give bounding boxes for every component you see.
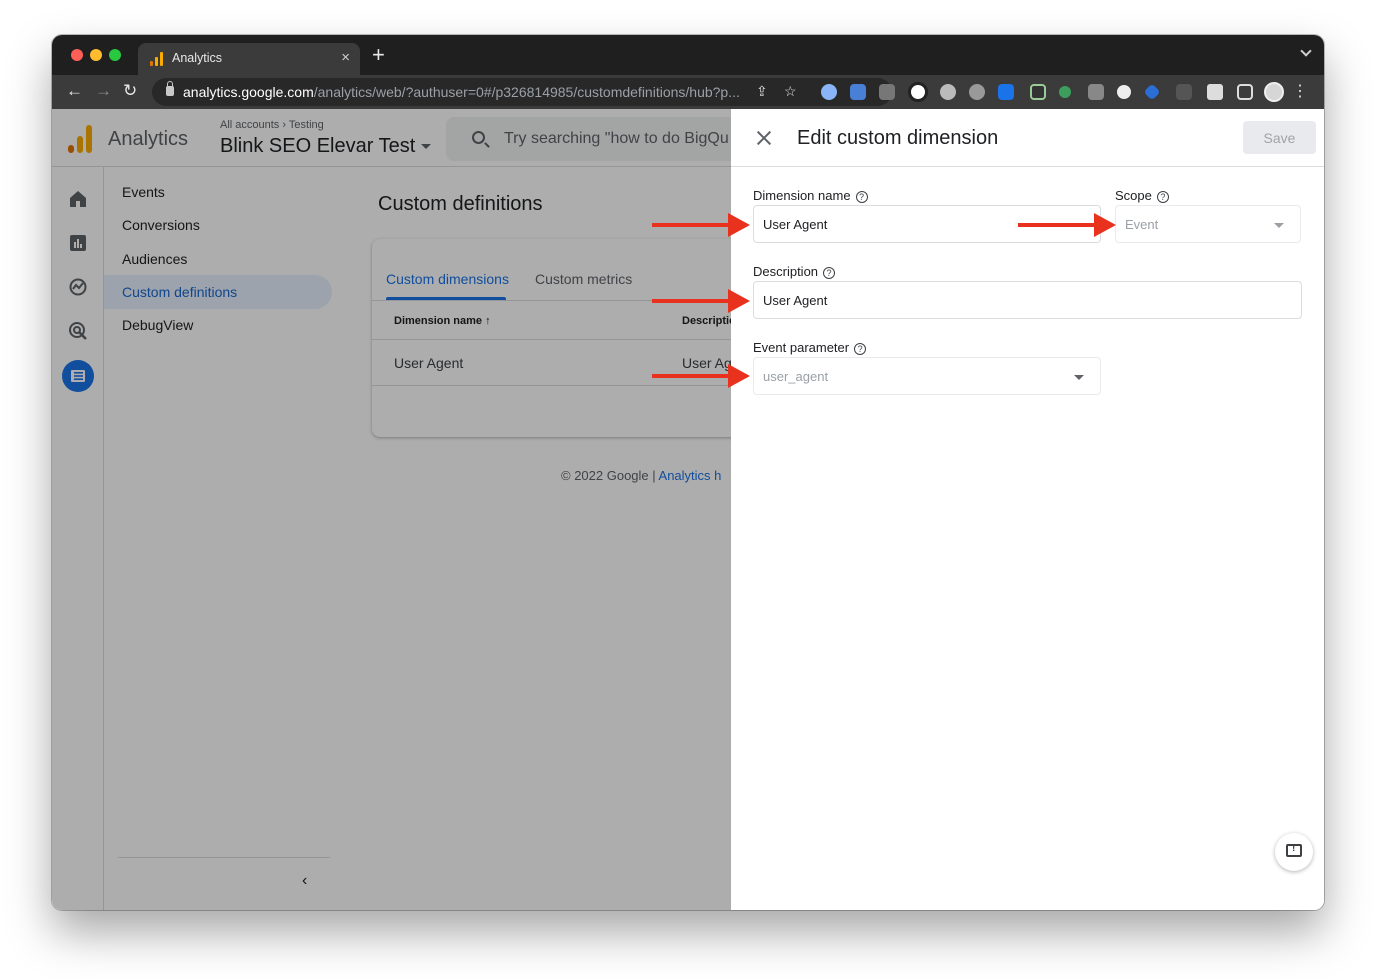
help-icon[interactable]: ? — [1156, 191, 1169, 203]
panel-title: Edit custom dimension — [797, 127, 999, 149]
browser-tab[interactable]: Analytics × — [138, 43, 360, 75]
new-tab-button[interactable]: + — [372, 43, 385, 67]
extension-icon[interactable] — [998, 84, 1014, 100]
event-parameter-select[interactable]: user_agent — [753, 357, 1101, 395]
annotation-arrow — [652, 289, 750, 313]
scope-value: Event — [1125, 217, 1159, 232]
extension-icon[interactable] — [1059, 86, 1071, 98]
help-icon[interactable]: ? — [854, 343, 867, 355]
extension-icon[interactable] — [940, 84, 956, 100]
close-icon[interactable] — [755, 129, 773, 147]
browser-menu-icon[interactable]: ⋮ — [1292, 81, 1308, 101]
browser-window: Analytics × + ← → ↻ analytics.google.com… — [52, 35, 1324, 910]
tab-close-icon[interactable]: × — [341, 49, 350, 66]
feedback-icon[interactable] — [1275, 833, 1313, 871]
minimize-window-icon[interactable] — [90, 49, 102, 61]
dropdown-caret-icon — [1074, 375, 1084, 380]
extension-icon[interactable] — [850, 84, 866, 100]
help-icon[interactable]: ? — [823, 267, 836, 279]
extension-icon[interactable] — [908, 82, 928, 102]
tab-search-chevron-icon[interactable] — [1300, 45, 1312, 57]
tab-strip: Analytics × + — [52, 35, 1324, 75]
extension-icon[interactable] — [1176, 84, 1192, 100]
share-icon[interactable]: ⇪ — [756, 83, 768, 100]
tab-title: Analytics — [172, 51, 223, 65]
side-panel-icon[interactable] — [1237, 84, 1253, 100]
lock-icon — [166, 81, 174, 96]
extension-icon[interactable] — [879, 84, 895, 100]
bookmark-star-icon[interactable]: ☆ — [784, 83, 797, 100]
back-button[interactable]: ← — [66, 81, 83, 101]
maximize-window-icon[interactable] — [109, 49, 121, 61]
event-parameter-label: Event parameter? — [753, 340, 867, 355]
analytics-app: Analytics All accounts › Testing Blink S… — [52, 109, 1324, 910]
scope-select[interactable]: Event — [1115, 205, 1301, 243]
browser-toolbar: ← → ↻ analytics.google.com/analytics/web… — [52, 75, 1324, 109]
forward-button[interactable]: → — [95, 81, 112, 101]
extension-icon[interactable] — [969, 84, 985, 100]
url-text: analytics.google.com/analytics/web/?auth… — [183, 84, 740, 100]
description-label: Description? — [753, 264, 836, 279]
extension-icon[interactable] — [1088, 84, 1104, 100]
dropdown-caret-icon — [1274, 223, 1284, 228]
description-field[interactable] — [753, 281, 1302, 319]
help-icon[interactable]: ? — [855, 191, 868, 203]
profile-avatar[interactable] — [1264, 82, 1284, 102]
edit-dimension-panel: Edit custom dimension Save Dimension nam… — [731, 109, 1324, 910]
annotation-arrow — [1018, 213, 1116, 237]
panel-header: Edit custom dimension Save — [731, 109, 1324, 167]
extension-icon[interactable] — [1143, 83, 1161, 101]
extension-icon[interactable] — [1030, 84, 1046, 100]
save-button[interactable]: Save — [1243, 121, 1316, 154]
event-parameter-value: user_agent — [763, 369, 829, 384]
annotation-arrow — [652, 213, 750, 237]
modal-scrim[interactable] — [52, 109, 731, 910]
extension-icon[interactable] — [821, 84, 837, 100]
analytics-favicon-icon — [150, 52, 164, 66]
annotation-arrow — [652, 364, 750, 388]
puzzle-extensions-icon[interactable] — [1207, 84, 1223, 100]
dimension-name-label: Dimension name? — [753, 188, 868, 203]
extension-icon[interactable] — [1117, 85, 1131, 99]
reload-button[interactable]: ↻ — [123, 81, 137, 101]
close-window-icon[interactable] — [71, 49, 83, 61]
scope-label: Scope? — [1115, 188, 1169, 203]
address-bar[interactable]: analytics.google.com/analytics/web/?auth… — [152, 78, 892, 106]
